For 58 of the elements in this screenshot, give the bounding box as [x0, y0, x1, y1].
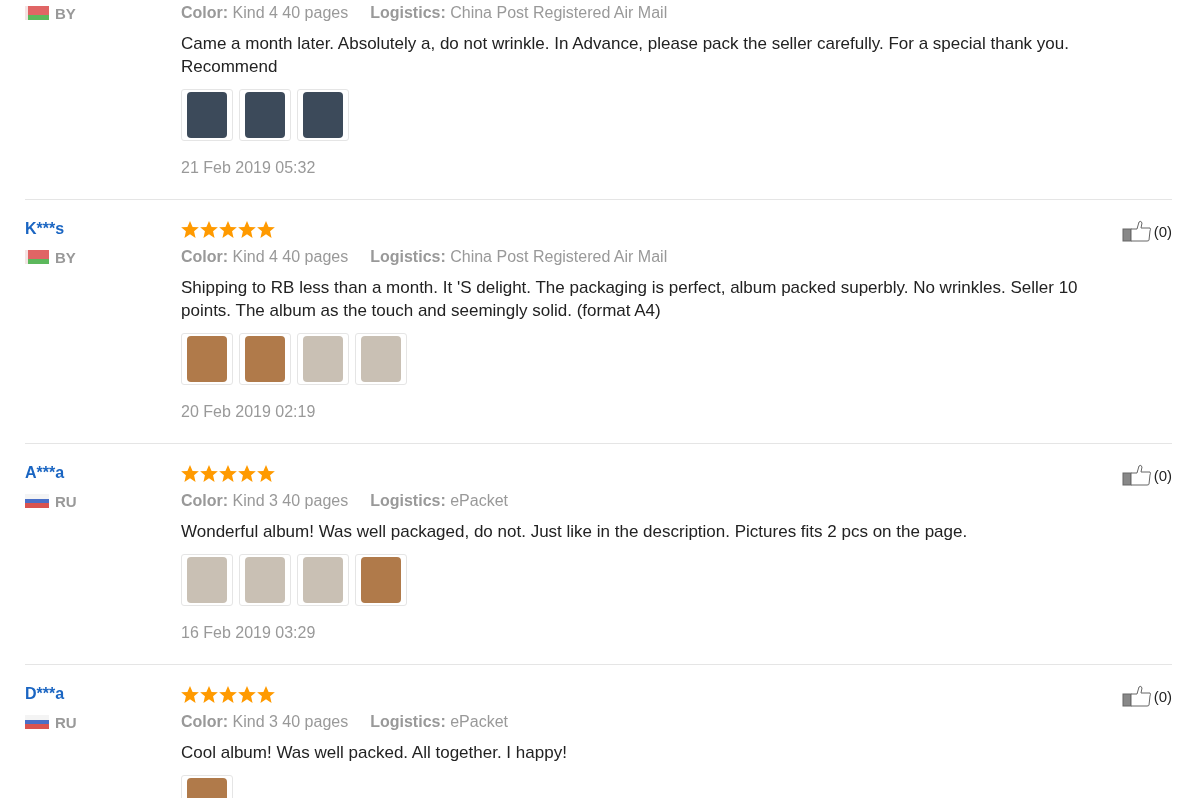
star-icon: [200, 220, 218, 238]
reviewer-name: A***a: [25, 463, 66, 483]
star-icon: [238, 220, 256, 238]
star-icon: [219, 220, 237, 238]
star-icon: [238, 685, 256, 703]
photo-thumbnail[interactable]: [355, 333, 407, 385]
country-code: BY: [55, 248, 76, 266]
like-button[interactable]: (0): [1121, 464, 1172, 486]
color-info: Color: Kind 3 40 pages: [181, 712, 349, 732]
star-icon: [181, 220, 199, 238]
like-button[interactable]: (0): [1121, 685, 1172, 707]
star-icon: [257, 685, 275, 703]
review-text: Shipping to RB less than a month. It 'S delight. The packaging is perfect, album packed superbly. No wrinkles. Seller 10 points. The album as the touch and seemingly solid. (format A4): [181, 277, 1079, 322]
color-info: Color: Kind 4 40 pages: [181, 247, 349, 267]
thumbs-up-icon: [1121, 220, 1152, 242]
photo-thumbnail[interactable]: [239, 554, 291, 606]
star-icon: [219, 464, 237, 482]
star-icon: [219, 685, 237, 703]
photo-thumbnail[interactable]: [297, 89, 349, 141]
color-info: Color: Kind 3 40 pages: [181, 491, 349, 511]
review-text: Wonderful album! Was well packaged, do not. Just like in the description. Pictures fits 2 pcs on the page.: [181, 521, 969, 543]
star-icon: [181, 464, 199, 482]
thumbs-up-icon: [1121, 464, 1152, 486]
star-icon: [257, 464, 275, 482]
reviewer-name: K***s: [25, 219, 66, 239]
logistics-info: Logistics: China Post Registered Air Mail: [370, 3, 668, 23]
photo-thumbnail[interactable]: [181, 554, 233, 606]
photo-thumbnail[interactable]: [239, 89, 291, 141]
color-info: Color: Kind 4 40 pages: [181, 3, 349, 23]
flag-icon: [25, 6, 49, 20]
star-icon: [238, 464, 256, 482]
logistics-info: Logistics: ePacket: [370, 491, 509, 511]
flag-icon: [25, 494, 49, 508]
flag-icon: [25, 715, 49, 729]
star-icon: [257, 220, 275, 238]
star-icon: [181, 685, 199, 703]
photo-thumbnail[interactable]: [297, 554, 349, 606]
logistics-info: Logistics: China Post Registered Air Mail: [370, 247, 668, 267]
thumbs-up-icon: [1121, 685, 1152, 707]
logistics-info: Logistics: ePacket: [370, 712, 509, 732]
like-button[interactable]: (0): [1121, 220, 1172, 242]
review-date: 16 Feb 2019 03:29: [181, 623, 317, 643]
star-icon: [200, 685, 218, 703]
photo-thumbnail[interactable]: [181, 333, 233, 385]
review-text: Cool album! Was well packed. All together. I happy!: [181, 742, 568, 764]
photo-thumbnail[interactable]: [239, 333, 291, 385]
photo-thumbnail[interactable]: [355, 554, 407, 606]
country-code: RU: [55, 713, 77, 731]
review-date: 21 Feb 2019 05:32: [181, 158, 317, 178]
photo-thumbnail[interactable]: [297, 333, 349, 385]
flag-icon: [25, 250, 49, 264]
photo-thumbnail[interactable]: [181, 89, 233, 141]
review-text: Came a month later. Absolutely a, do not wrinkle. In Advance, please pack the seller carefully. For a special thank you. Recommend: [181, 33, 1070, 78]
reviewer-name: D***a: [25, 684, 66, 704]
review-date: 20 Feb 2019 02:19: [181, 402, 317, 422]
country-code: RU: [55, 492, 77, 510]
star-icon: [200, 464, 218, 482]
country-code: BY: [55, 4, 76, 22]
